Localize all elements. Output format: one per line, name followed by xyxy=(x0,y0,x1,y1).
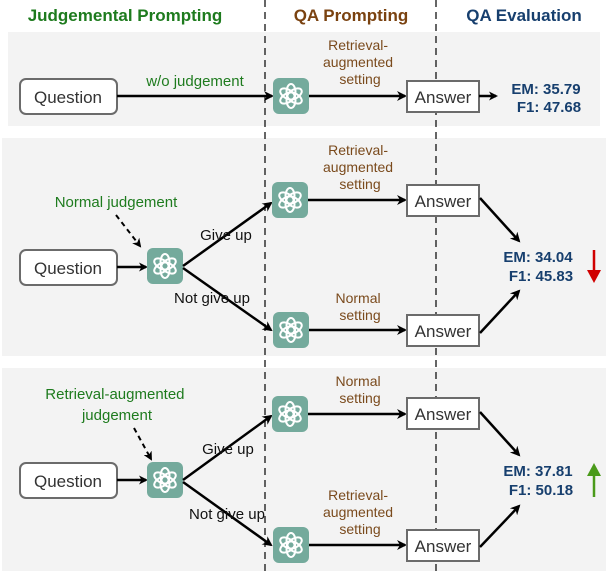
openai-logo-icon xyxy=(272,311,310,349)
question-label: Question xyxy=(34,472,102,491)
f1-score: F1: 50.18 xyxy=(509,482,573,499)
answer-label-bottom: Answer xyxy=(415,322,472,341)
openai-logo-icon xyxy=(272,77,310,115)
pipeline-diagram: Judgemental Prompting QA Prompting QA Ev… xyxy=(2,0,606,574)
openai-logo-icon xyxy=(146,247,184,285)
w-o-judgement-label: w/o judgement xyxy=(145,73,244,90)
give-up-label: Give up xyxy=(202,441,254,458)
openai-logo-icon xyxy=(271,395,309,433)
header-qa-evaluation: QA Evaluation xyxy=(466,6,582,25)
openai-logo-icon xyxy=(272,526,310,564)
f1-score: F1: 45.83 xyxy=(509,268,573,285)
setting-label-top: Normal setting xyxy=(335,373,384,406)
openai-logo-icon xyxy=(271,181,309,219)
header-judgemental-prompting: Judgemental Prompting xyxy=(28,6,223,25)
answer-label-top: Answer xyxy=(415,405,472,424)
answer-label-bottom: Answer xyxy=(415,537,472,556)
em-score: EM: 37.81 xyxy=(503,463,572,480)
openai-logo-icon xyxy=(146,461,184,499)
em-score: EM: 35.79 xyxy=(511,81,580,98)
f1-score: F1: 47.68 xyxy=(517,99,581,116)
em-score: EM: 34.04 xyxy=(503,249,573,266)
header-qa-prompting: QA Prompting xyxy=(294,6,409,25)
normal-judgement-label: Normal judgement xyxy=(55,194,178,211)
setting-label-bottom: Normal setting xyxy=(335,290,384,323)
answer-label-top: Answer xyxy=(415,192,472,211)
question-label: Question xyxy=(34,259,102,278)
question-label: Question xyxy=(34,88,102,107)
not-give-up-label: Not give up xyxy=(189,506,265,523)
answer-label: Answer xyxy=(415,88,472,107)
not-give-up-label: Not give up xyxy=(174,290,250,307)
give-up-label: Give up xyxy=(200,227,252,244)
